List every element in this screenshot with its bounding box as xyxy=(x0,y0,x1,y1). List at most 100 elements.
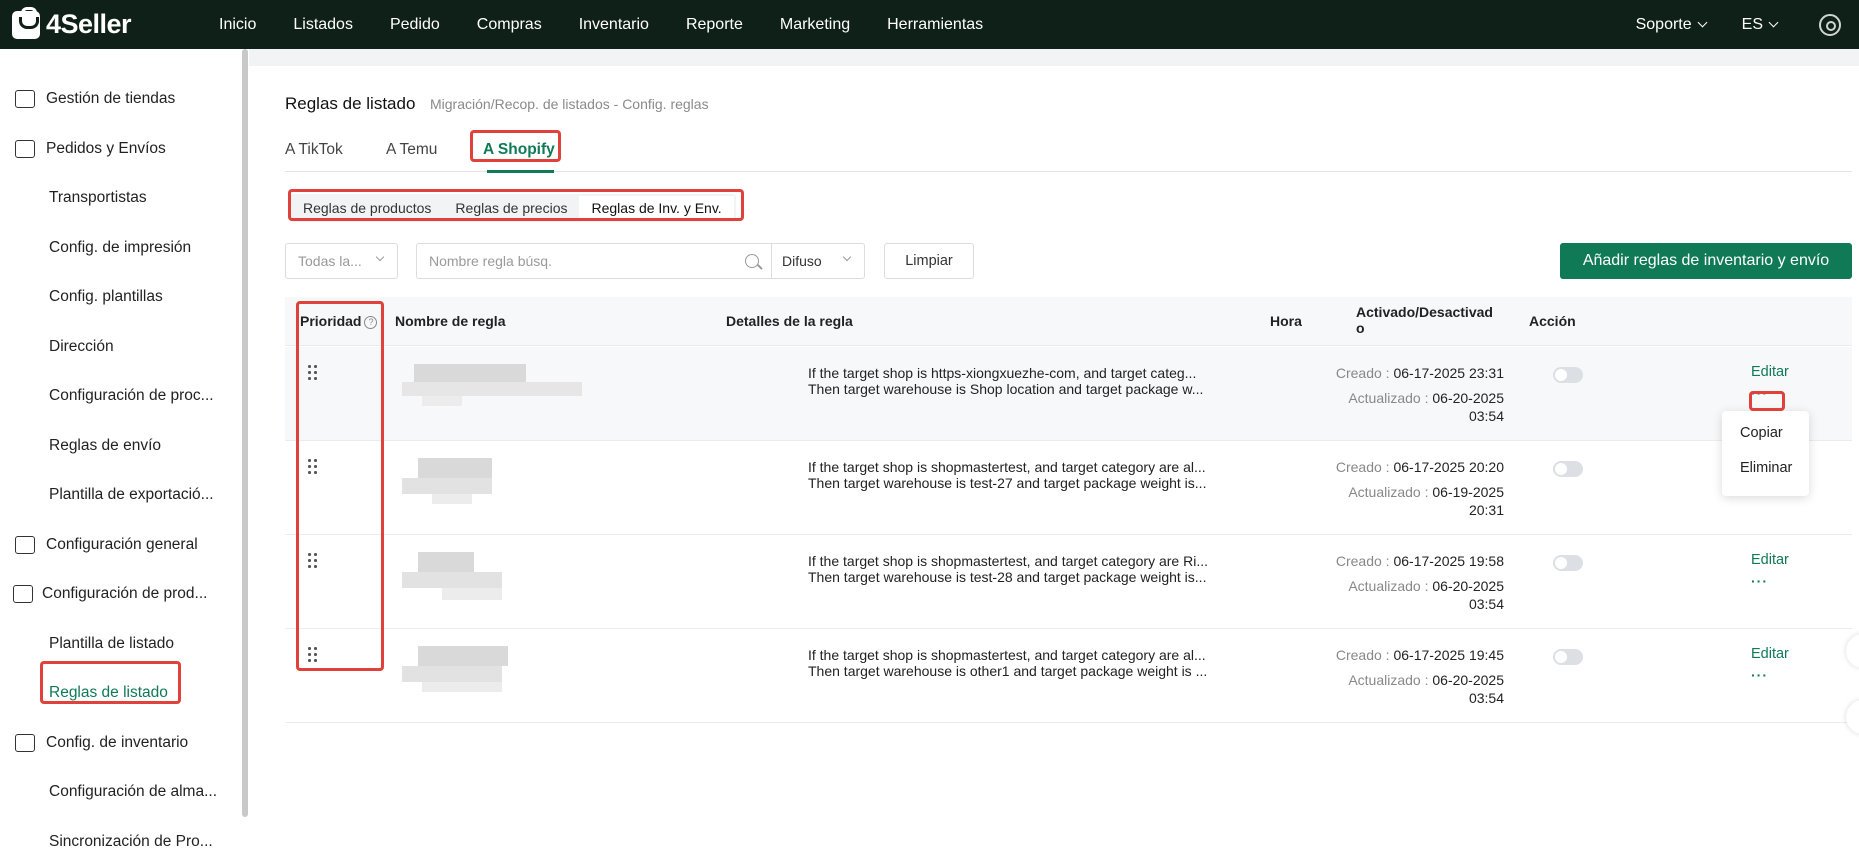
gear-icon[interactable] xyxy=(1819,13,1841,36)
edit-link[interactable]: Editar xyxy=(1751,552,1789,568)
platform-tabs: A TikTok A Temu A Shopify xyxy=(285,136,1852,173)
sidebar-item-config-inventario[interactable]: Config. de inventario xyxy=(0,734,240,752)
more-actions-popover: Copiar Eliminar xyxy=(1722,411,1809,496)
col-priority: Prioridad? xyxy=(300,313,378,329)
menu-item-copy[interactable]: Copiar xyxy=(1740,425,1783,441)
sidebar-item-label: Pedidos y Envíos xyxy=(46,140,166,157)
sidebar-item-config-procesamiento[interactable]: Configuración de proc... xyxy=(0,387,240,405)
table-row: If the target shop is shopmastertest, an… xyxy=(285,441,1852,535)
created-value: 06-17-2025 19:58 xyxy=(1393,553,1504,569)
main-panel: Reglas de listado Migración/Recop. de li… xyxy=(249,66,1859,850)
sidebar-item-label: Config. plantillas xyxy=(49,288,163,305)
rule-details: If the target shop is shopmastertest, an… xyxy=(808,647,1228,679)
nav-compras[interactable]: Compras xyxy=(477,16,542,34)
more-actions-button[interactable]: ··· xyxy=(1751,667,1768,683)
table-row: If the target shop is shopmastertest, an… xyxy=(285,629,1852,723)
updated-date: 06-19-2025 xyxy=(1432,484,1504,500)
bag-logo-icon xyxy=(12,6,40,39)
col-time: Hora xyxy=(1270,313,1302,329)
sidebar-item-transportistas[interactable]: Transportistas xyxy=(0,189,240,207)
tab-temu[interactable]: A Temu xyxy=(386,141,437,159)
sidebar-item-reglas-envio[interactable]: Reglas de envío xyxy=(0,437,240,455)
nav-reporte[interactable]: Reporte xyxy=(686,16,743,34)
sidebar-item-pedidos-envios[interactable]: Pedidos y Envíos xyxy=(0,140,240,158)
chevron-down-icon xyxy=(375,252,385,262)
search-mode-value: Difuso xyxy=(782,253,822,269)
sidebar-item-gestion-tiendas[interactable]: Gestión de tiendas xyxy=(0,90,240,108)
shop-filter-select[interactable]: Todas la... xyxy=(285,243,398,279)
col-action: Acción xyxy=(1529,313,1576,329)
subtab-price-rules[interactable]: Reglas de precios xyxy=(443,196,579,220)
add-rule-button[interactable]: Añadir reglas de inventario y envío xyxy=(1560,243,1852,279)
rule-name-redacted xyxy=(402,646,582,706)
search-icon[interactable] xyxy=(745,254,759,268)
language-label: ES xyxy=(1741,15,1763,33)
edit-link[interactable]: Editar xyxy=(1751,364,1789,380)
search-input[interactable] xyxy=(417,253,717,269)
rule-details-action: Then target warehouse is test-27 and tar… xyxy=(808,475,1207,491)
updated-date: 06-20-2025 xyxy=(1432,672,1504,688)
sidebar-item-config-almacen[interactable]: Configuración de alma... xyxy=(0,783,240,801)
sidebar-item-label: Configuración de prod... xyxy=(42,585,208,602)
logo[interactable]: 4Seller xyxy=(12,6,212,40)
nav-herramientas[interactable]: Herramientas xyxy=(887,16,983,34)
drag-handle-icon[interactable] xyxy=(308,459,318,475)
created-value: 06-17-2025 19:45 xyxy=(1393,647,1504,663)
menu-item-delete[interactable]: Eliminar xyxy=(1740,460,1792,476)
active-tab-indicator xyxy=(487,170,554,173)
rule-details: If the target shop is shopmastertest, an… xyxy=(808,459,1228,491)
sidebar-item-sincronizacion[interactable]: Sincronización de Pro... xyxy=(0,833,240,850)
nav-listados[interactable]: Listados xyxy=(293,16,353,34)
sidebar-item-config-impresion[interactable]: Config. de impresión xyxy=(0,239,240,257)
help-icon[interactable]: ? xyxy=(364,316,378,329)
status-toggle[interactable] xyxy=(1553,367,1583,383)
status-toggle[interactable] xyxy=(1553,555,1583,571)
col-priority-label: Prioridad xyxy=(300,313,362,329)
rule-details: If the target shop is https-xiongxuezhe-… xyxy=(808,365,1228,397)
status-toggle[interactable] xyxy=(1553,649,1583,665)
subtab-product-rules[interactable]: Reglas de productos xyxy=(291,196,443,220)
status-toggle[interactable] xyxy=(1553,461,1583,477)
rule-details-action: Then target warehouse is Shop location a… xyxy=(808,381,1204,397)
more-actions-button[interactable]: ··· xyxy=(1751,385,1768,401)
clear-button[interactable]: Limpiar xyxy=(884,243,974,279)
created-label: Creado : xyxy=(1335,365,1390,381)
updated-time: 20:31 xyxy=(1468,502,1504,518)
more-actions-button[interactable]: ··· xyxy=(1751,573,1768,589)
sidebar-item-config-general[interactable]: Configuración general xyxy=(0,536,240,554)
sidebar-item-label: Plantilla de listado xyxy=(49,635,174,652)
sidebar-item-config-plantillas[interactable]: Config. plantillas xyxy=(0,288,240,306)
sidebar-item-label: Sincronización de Pro... xyxy=(49,833,213,850)
sidebar-item-label: Config. de impresión xyxy=(49,239,192,256)
sidebar-item-direccion[interactable]: Dirección xyxy=(0,338,240,356)
main-nav: Inicio Listados Pedido Compras Inventari… xyxy=(219,0,1020,49)
sidebar-item-config-productos[interactable]: Configuración de prod... xyxy=(0,585,240,603)
subtab-inventory-shipping-rules[interactable]: Reglas de Inv. y Env. xyxy=(579,196,734,220)
sidebar-item-plantilla-exportacion[interactable]: Plantilla de exportació... xyxy=(0,486,240,504)
tab-tiktok[interactable]: A TikTok xyxy=(285,141,343,159)
nav-marketing[interactable]: Marketing xyxy=(780,16,850,34)
edit-link[interactable]: Editar xyxy=(1751,646,1789,662)
sidebar-item-plantilla-listado[interactable]: Plantilla de listado xyxy=(0,635,240,653)
drag-handle-icon[interactable] xyxy=(308,647,318,663)
search-mode-select[interactable]: Difuso xyxy=(771,243,865,279)
sidebar-item-label: Transportistas xyxy=(49,189,147,206)
printer-icon xyxy=(15,536,35,554)
sidebar-item-label: Configuración de alma... xyxy=(49,783,218,800)
nav-inventario[interactable]: Inventario xyxy=(579,16,649,34)
support-dropdown[interactable]: Soporte xyxy=(1636,16,1708,34)
nav-pedido[interactable]: Pedido xyxy=(390,16,440,34)
rule-details-condition: If the target shop is https-xiongxuezhe-… xyxy=(808,365,1197,381)
rule-name-redacted xyxy=(402,458,582,518)
col-status-line2: o xyxy=(1356,320,1365,336)
tab-shopify[interactable]: A Shopify xyxy=(483,141,555,159)
created-value: 06-17-2025 20:20 xyxy=(1393,459,1504,475)
sidebar-item-reglas-listado[interactable]: Reglas de listado xyxy=(0,684,240,702)
col-details: Detalles de la regla xyxy=(726,313,853,329)
sidebar-item-label: Configuración de proc... xyxy=(49,387,214,404)
drag-handle-icon[interactable] xyxy=(308,553,318,569)
nav-inicio[interactable]: Inicio xyxy=(219,16,256,34)
language-dropdown[interactable]: ES xyxy=(1741,15,1779,34)
drag-handle-icon[interactable] xyxy=(308,365,318,381)
sidebar-scrollbar[interactable] xyxy=(242,49,248,817)
